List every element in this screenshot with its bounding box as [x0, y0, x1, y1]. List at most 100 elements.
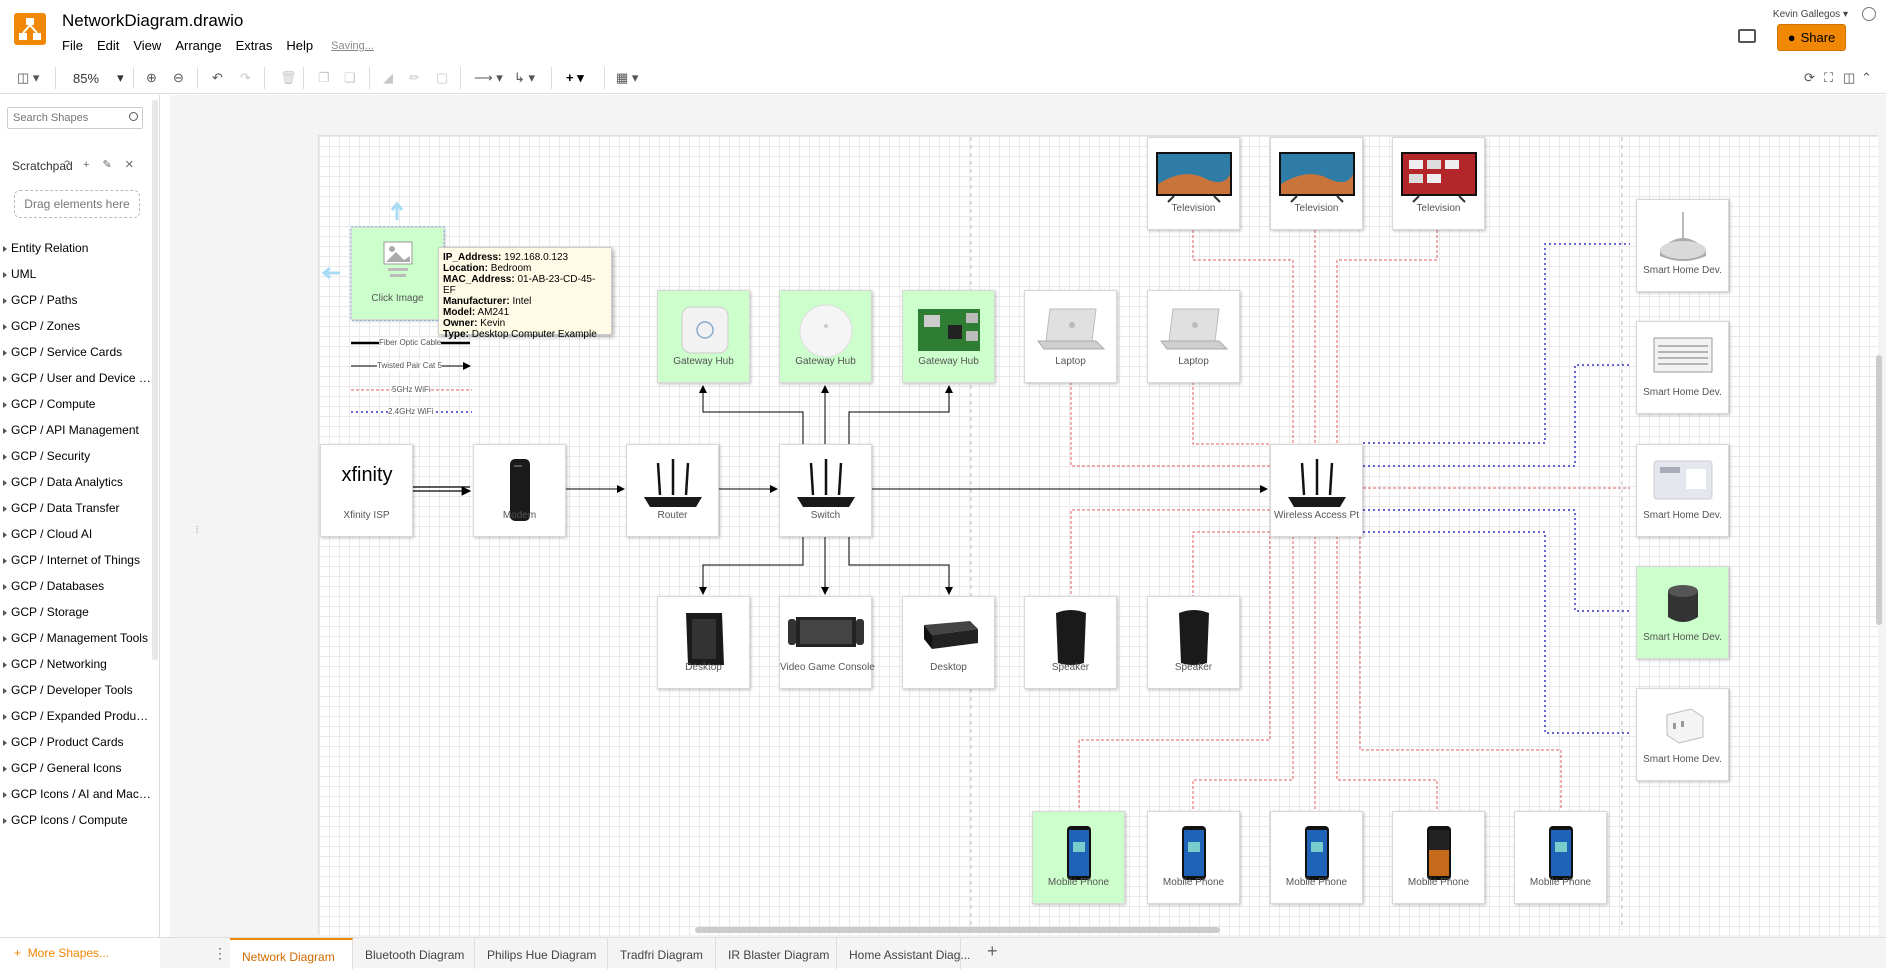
palette-item[interactable]: GCP Icons / AI and Machine L...: [0, 781, 152, 807]
insert-icon[interactable]: + ▾: [566, 69, 584, 87]
speaker-2-node[interactable]: Speaker: [1147, 596, 1240, 689]
tv-3-node[interactable]: Television: [1392, 137, 1485, 230]
palette-item[interactable]: GCP / Cloud AI: [0, 521, 152, 547]
click-image-node[interactable]: Click Image: [351, 227, 444, 320]
smart-home-2-node[interactable]: Smart Home Dev.: [1636, 321, 1729, 414]
palette-item[interactable]: GCP / API Management: [0, 417, 152, 443]
modem-node[interactable]: Modem: [473, 444, 566, 537]
globe-icon[interactable]: [1862, 7, 1876, 21]
palette-item[interactable]: GCP / Security: [0, 443, 152, 469]
palette-item[interactable]: GCP / User and Device Cards: [0, 365, 152, 391]
sync-icon[interactable]: ⟳: [1804, 69, 1815, 87]
more-shapes-button[interactable]: + More Shapes...: [0, 937, 160, 968]
delete-icon[interactable]: 🗑: [280, 69, 297, 87]
search-icon[interactable]: [129, 112, 138, 121]
desktop-2-node[interactable]: Desktop: [902, 596, 995, 689]
gateway-hub-2-node[interactable]: Gateway Hub: [779, 290, 872, 383]
menu-edit[interactable]: Edit: [97, 38, 126, 53]
palette-item[interactable]: GCP / Networking: [0, 651, 152, 677]
drawio-logo[interactable]: [14, 13, 46, 45]
palette-item[interactable]: GCP / Databases: [0, 573, 152, 599]
palette-item[interactable]: GCP / Developer Tools: [0, 677, 152, 703]
xfinity-isp-node[interactable]: xfinity Xfinity ISP: [320, 444, 413, 537]
connection-icon[interactable]: ⟶ ▾: [474, 69, 503, 87]
palette-item[interactable]: GCP / Data Transfer: [0, 495, 152, 521]
phone-2-node[interactable]: Mobile Phone: [1147, 811, 1240, 904]
undo-icon[interactable]: ↶: [212, 69, 223, 87]
add-page-icon[interactable]: +: [987, 941, 998, 962]
tv-1-node[interactable]: Television: [1147, 137, 1240, 230]
table-icon[interactable]: ▦ ▾: [616, 69, 638, 87]
menu-view[interactable]: View: [133, 38, 168, 53]
zoom-out-icon[interactable]: ⊖: [173, 69, 184, 87]
sidebar-scrollbar[interactable]: [152, 100, 158, 660]
smart-home-5-node[interactable]: Smart Home Dev.: [1636, 688, 1729, 781]
smart-home-4-node[interactable]: Smart Home Dev.: [1636, 566, 1729, 659]
scratchpad-tools[interactable]: ? + ✎ ✕: [64, 158, 139, 171]
line-color-icon[interactable]: ✏: [409, 69, 420, 87]
page-tab[interactable]: Tradfri Diagram: [608, 938, 716, 969]
comment-icon[interactable]: [1738, 29, 1756, 43]
waypoints-icon[interactable]: ↳ ▾: [514, 69, 535, 87]
search-shapes-input[interactable]: [7, 107, 143, 129]
smart-home-1-node[interactable]: Smart Home Dev.: [1636, 199, 1729, 292]
palette-item[interactable]: GCP / Internet of Things: [0, 547, 152, 573]
page-tab[interactable]: Home Assistant Diag...: [837, 938, 970, 969]
sidebar-resize-handle[interactable]: ⦙: [196, 525, 198, 536]
palette-item[interactable]: GCP / Compute: [0, 391, 152, 417]
game-console-node[interactable]: Video Game Console: [779, 596, 875, 689]
zoom-in-icon[interactable]: ⊕: [146, 69, 157, 87]
redo-icon[interactable]: ↷: [240, 69, 251, 87]
laptop-1-node[interactable]: Laptop: [1024, 290, 1117, 383]
palette-item[interactable]: UML: [0, 261, 152, 287]
palette-item[interactable]: GCP / Product Cards: [0, 729, 152, 755]
horizontal-scrollbar[interactable]: [695, 927, 1220, 933]
smart-home-3-node[interactable]: Smart Home Dev.: [1636, 444, 1729, 537]
speaker-1-node[interactable]: Speaker: [1024, 596, 1117, 689]
palette-item[interactable]: GCP / General Icons: [0, 755, 152, 781]
zoom-select[interactable]: 85% ▾: [73, 69, 124, 87]
phone-5-node[interactable]: Mobile Phone: [1514, 811, 1607, 904]
phone-3-node[interactable]: Mobile Phone: [1270, 811, 1363, 904]
shadow-icon[interactable]: ▢: [436, 69, 448, 87]
palette-item[interactable]: GCP / Data Analytics: [0, 469, 152, 495]
to-back-icon[interactable]: ❏: [344, 69, 356, 87]
fullscreen-icon[interactable]: ⛶: [1824, 69, 1833, 87]
palette-item[interactable]: GCP / Service Cards: [0, 339, 152, 365]
pages-menu-icon[interactable]: ⋮: [213, 945, 227, 962]
palette-item[interactable]: GCP / Paths: [0, 287, 152, 313]
page-tab[interactable]: IR Blaster Diagram: [716, 938, 837, 969]
laptop-2-node[interactable]: Laptop: [1147, 290, 1240, 383]
menu-help[interactable]: Help: [286, 38, 320, 53]
menu-file[interactable]: File: [62, 38, 90, 53]
palette-item[interactable]: Entity Relation: [0, 235, 152, 261]
scratchpad-dropzone[interactable]: Drag elements here: [14, 190, 140, 218]
palette-item[interactable]: GCP / Expanded Product Cards: [0, 703, 152, 729]
gateway-hub-1-node[interactable]: Gateway Hub: [657, 290, 750, 383]
page-tab[interactable]: Bluetooth Diagram: [353, 938, 475, 969]
share-button[interactable]: ● Share: [1777, 24, 1846, 51]
document-title[interactable]: NetworkDiagram.drawio: [62, 11, 243, 31]
collapse-icon[interactable]: ⌃: [1861, 69, 1872, 87]
wap-node[interactable]: Wireless Access Pt: [1270, 444, 1363, 537]
vertical-scrollbar[interactable]: [1876, 355, 1882, 625]
palette-item[interactable]: GCP Icons / Compute: [0, 807, 152, 833]
palette-item[interactable]: GCP / Storage: [0, 599, 152, 625]
page-tab[interactable]: Philips Hue Diagram: [475, 938, 608, 969]
user-name[interactable]: Kevin Gallegos ▾: [1773, 9, 1848, 20]
palette-item[interactable]: GCP / Zones: [0, 313, 152, 339]
switch-node[interactable]: Switch: [779, 444, 872, 537]
phone-4-node[interactable]: Mobile Phone: [1392, 811, 1485, 904]
to-front-icon[interactable]: ❐: [318, 69, 330, 87]
saving-status[interactable]: Saving...: [331, 38, 374, 53]
fill-color-icon[interactable]: ◢: [383, 69, 393, 87]
tv-2-node[interactable]: Television: [1270, 137, 1363, 230]
scratchpad-header[interactable]: Scratchpad ? + ✎ ✕: [0, 154, 152, 176]
desktop-1-node[interactable]: Desktop: [657, 596, 750, 689]
panel-icon[interactable]: ◫: [1843, 69, 1855, 87]
page-tab[interactable]: Network Diagram: [230, 938, 353, 969]
palette-item[interactable]: GCP / Management Tools: [0, 625, 152, 651]
router-node[interactable]: Router: [626, 444, 719, 537]
format-panel-icon[interactable]: ◫ ▾: [17, 69, 39, 87]
phone-1-node[interactable]: Mobile Phone: [1032, 811, 1125, 904]
